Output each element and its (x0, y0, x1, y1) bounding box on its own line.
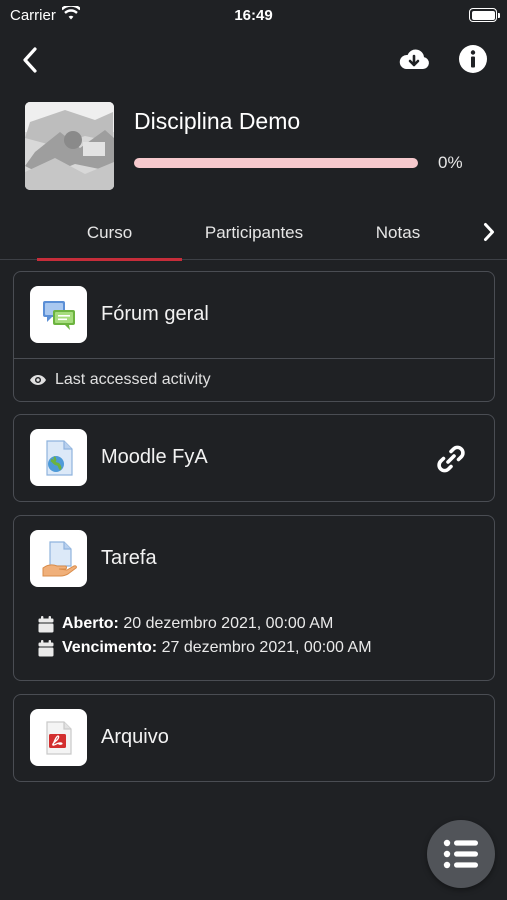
download-course-button[interactable] (397, 43, 431, 77)
activity-card-file[interactable]: Arquivo (13, 694, 495, 782)
url-globe-icon (30, 429, 87, 486)
tab-notas[interactable]: Notas (360, 205, 436, 260)
chevron-left-icon (23, 47, 37, 73)
activity-card-forum[interactable]: Fórum geral Last accessed activity (13, 271, 495, 402)
list-icon (443, 839, 478, 869)
tab-participantes[interactable]: Participantes (190, 205, 318, 260)
activity-name: Fórum geral (101, 303, 209, 325)
activity-row[interactable]: Tarefa (14, 516, 494, 602)
status-bar: Carrier 16:49 (0, 0, 507, 30)
assignment-dates: Aberto: 20 dezembro 2021, 00:00 AM Venci… (38, 612, 372, 660)
activity-card-assignment[interactable]: Tarefa Aberto: 20 dezembro 2021, 00:00 A… (13, 515, 495, 681)
activity-name: Moodle FyA (101, 446, 208, 468)
battery-icon (469, 8, 500, 22)
assignment-icon (30, 530, 87, 587)
forum-icon (30, 286, 87, 343)
top-nav (0, 40, 507, 80)
date-due: Vencimento: 27 dezembro 2021, 00:00 AM (38, 636, 372, 660)
activity-row[interactable]: Moodle FyA (14, 415, 494, 501)
back-button[interactable] (22, 42, 52, 78)
status-left: Carrier (10, 4, 81, 24)
course-index-button[interactable] (427, 820, 495, 888)
course-image (25, 102, 114, 190)
info-icon (459, 45, 487, 73)
date-due-value: 27 dezembro 2021, 00:00 AM (161, 639, 372, 656)
activity-row[interactable]: Arquivo (14, 695, 494, 781)
activity-card-url[interactable]: Moodle FyA (13, 414, 495, 502)
date-opened: Aberto: 20 dezembro 2021, 00:00 AM (38, 612, 372, 636)
course-tabs: Curso Participantes Notas (0, 205, 507, 261)
date-opened-value: 20 dezembro 2021, 00:00 AM (123, 615, 334, 632)
last-accessed-indicator: Last accessed activity (14, 359, 494, 401)
pdf-file-icon (30, 709, 87, 766)
last-accessed-label: Last accessed activity (55, 371, 211, 388)
activity-name: Arquivo (101, 726, 169, 748)
open-link-button[interactable] (434, 442, 468, 476)
link-icon (437, 445, 465, 473)
course-title: Disciplina Demo (134, 108, 301, 134)
course-progress-label: 0% (438, 153, 463, 172)
wifi-icon (60, 4, 81, 24)
activity-row[interactable]: Fórum geral (14, 272, 494, 358)
date-due-label: Vencimento: (62, 639, 158, 656)
tabs-next-button[interactable] (476, 217, 502, 247)
course-progress-bar (134, 158, 418, 168)
tab-curso[interactable]: Curso (37, 205, 182, 261)
eye-icon (30, 375, 46, 385)
cloud-download-icon (399, 49, 429, 69)
course-header: Disciplina Demo 0% (0, 100, 507, 192)
calendar-icon (38, 639, 54, 656)
carrier-label: Carrier (10, 6, 56, 24)
date-opened-label: Aberto: (62, 615, 119, 632)
course-info-button[interactable] (457, 43, 489, 75)
calendar-icon (38, 615, 54, 632)
chevron-right-icon (484, 223, 494, 241)
activity-name: Tarefa (101, 547, 157, 569)
